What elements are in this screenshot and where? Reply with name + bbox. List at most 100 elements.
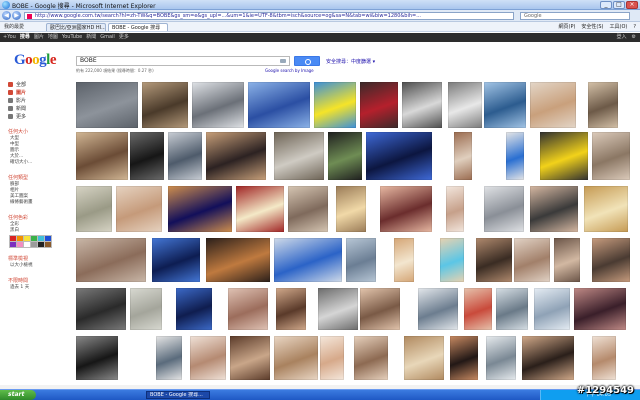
taskbar-window-button[interactable]: BOBE - Google 搜尋... [146,391,210,399]
image-result-thumbnail[interactable] [206,238,270,282]
color-swatch[interactable] [9,235,17,242]
image-result-thumbnail[interactable] [360,288,400,330]
left-nav-item[interactable]: 更多 [8,112,64,120]
tools-menu[interactable]: 工具(O) [610,23,628,31]
image-result-thumbnail[interactable] [574,288,626,330]
settings-gear-icon[interactable]: ⚙ [632,34,636,41]
image-result-thumbnail[interactable] [476,238,512,282]
image-result-thumbnail[interactable] [274,336,318,380]
search-tool-option[interactable]: 線條藝術畫 [8,200,64,206]
image-result-thumbnail[interactable] [152,238,200,282]
image-result-thumbnail[interactable] [276,288,306,330]
image-result-thumbnail[interactable] [448,82,482,128]
google-nav-link[interactable]: 更多 [119,34,129,41]
search-button[interactable] [294,56,320,66]
help-menu[interactable]: ? [633,23,636,31]
image-result-thumbnail[interactable] [440,238,464,282]
image-result-thumbnail[interactable] [484,186,524,232]
image-result-thumbnail[interactable] [176,288,212,330]
safety-menu[interactable]: 安全性(S) [581,23,603,31]
image-result-thumbnail[interactable] [156,336,182,380]
image-result-thumbnail[interactable] [584,186,628,232]
image-result-thumbnail[interactable] [142,82,188,128]
image-result-thumbnail[interactable] [454,132,472,180]
image-result-thumbnail[interactable] [76,186,112,232]
image-result-thumbnail[interactable] [522,336,574,380]
image-result-thumbnail[interactable] [236,186,284,232]
google-nav-link[interactable]: 新聞 [86,34,96,41]
image-result-thumbnail[interactable] [248,82,310,128]
image-result-thumbnail[interactable] [76,238,146,282]
search-tool-option[interactable]: 以大小檢視 [8,263,64,269]
image-result-thumbnail[interactable] [328,132,362,180]
color-swatch[interactable] [23,235,31,242]
search-by-image-link[interactable]: Google search by Image [265,68,314,73]
image-result-thumbnail[interactable] [228,288,268,330]
image-result-thumbnail[interactable] [354,336,388,380]
image-result-thumbnail[interactable] [418,288,458,330]
google-nav-link[interactable]: +You [3,34,16,41]
image-result-thumbnail[interactable] [76,132,128,180]
image-result-thumbnail[interactable] [130,132,164,180]
close-button[interactable]: × [626,1,638,9]
image-result-thumbnail[interactable] [530,82,576,128]
back-arrow-icon[interactable]: ◀ [2,11,11,20]
image-result-thumbnail[interactable] [346,238,376,282]
left-nav-item[interactable]: 全部 [8,80,64,88]
maximize-button[interactable]: □ [613,1,625,9]
left-nav-item[interactable]: 圖片 [8,88,64,96]
google-nav-link[interactable]: YouTube [62,34,82,41]
color-swatch[interactable] [30,241,38,248]
image-result-thumbnail[interactable] [484,82,526,128]
image-result-thumbnail[interactable] [314,82,356,128]
start-button[interactable]: start [0,390,36,400]
image-result-thumbnail[interactable] [192,82,244,128]
image-result-thumbnail[interactable] [554,238,580,282]
color-swatch[interactable] [44,241,52,248]
image-result-thumbnail[interactable] [534,288,570,330]
image-result-thumbnail[interactable] [540,132,588,180]
image-result-thumbnail[interactable] [486,336,516,380]
window-titlebar[interactable]: BOBE - Google 搜尋 - Microsoft Internet Ex… [0,0,640,10]
search-tool-title[interactable]: 標準檢視 [8,256,64,263]
google-nav-link[interactable]: 地圖 [48,34,58,41]
left-nav-item[interactable]: 影片 [8,96,64,104]
image-result-thumbnail[interactable] [318,288,358,330]
color-swatch[interactable] [37,241,45,248]
page-menu[interactable]: 網頁(P) [559,23,576,31]
search-tool-option[interactable]: 過去 1 天 [8,285,64,291]
tab-bobe-search[interactable]: BOBE - Google 搜尋 [108,23,168,31]
image-result-thumbnail[interactable] [450,336,478,380]
google-nav-link[interactable]: Gmail [100,34,115,41]
minimize-button[interactable]: _ [600,1,612,9]
image-result-thumbnail[interactable] [366,132,432,180]
search-input[interactable]: BOBE [76,56,290,66]
image-result-thumbnail[interactable] [336,186,366,232]
color-swatch[interactable] [23,241,31,248]
image-result-thumbnail[interactable] [76,82,138,128]
image-result-thumbnail[interactable] [116,186,162,232]
image-result-thumbnail[interactable] [76,288,126,330]
color-swatch[interactable] [16,241,24,248]
google-nav-link[interactable]: 圖片 [34,34,44,41]
search-tool-option[interactable]: 確切大小... [8,160,64,166]
image-result-thumbnail[interactable] [360,82,398,128]
image-result-thumbnail[interactable] [402,82,442,128]
forward-arrow-icon[interactable]: ▶ [12,11,21,20]
image-result-thumbnail[interactable] [394,238,414,282]
image-result-thumbnail[interactable] [130,288,162,330]
search-tool-title[interactable]: 任何大小 [8,129,64,136]
image-result-thumbnail[interactable] [274,238,342,282]
tab-other[interactable]: 歐巴比/亞洲國家HD HI... [46,23,106,31]
image-result-thumbnail[interactable] [588,82,618,128]
image-result-thumbnail[interactable] [320,336,344,380]
image-result-thumbnail[interactable] [592,238,630,282]
image-result-thumbnail[interactable] [206,132,266,180]
google-logo[interactable]: Google [14,52,57,69]
browser-search-input[interactable]: Google [520,12,630,20]
color-swatch[interactable] [16,235,24,242]
image-result-thumbnail[interactable] [496,288,528,330]
sign-in-link[interactable]: 登入 [617,34,627,41]
image-result-thumbnail[interactable] [514,238,550,282]
camera-icon[interactable] [280,59,286,63]
